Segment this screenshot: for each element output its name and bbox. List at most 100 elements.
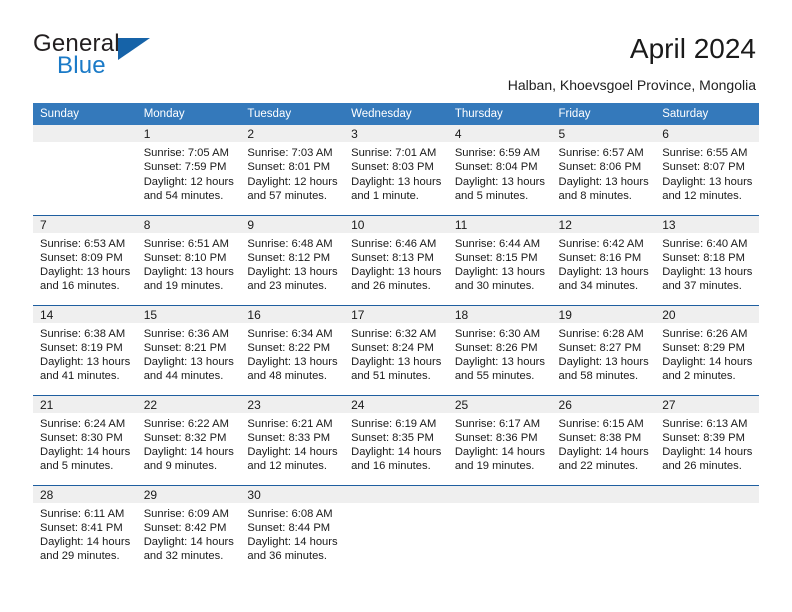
daylight-text: Daylight: 14 hours and 32 minutes. [143,536,234,563]
calendar-day-cell[interactable]: 9 Sunrise: 6:48 AM Sunset: 8:12 PM Daylight… [240,214,345,305]
daylight-text: Daylight: 14 hours and 16 minutes. [351,446,442,473]
sunrise-text: Sunrise: 6:30 AM [454,327,541,340]
day-sun-info: Sunrise: 6:26 AM Sunset: 8:29 PM Daylight:… [655,323,759,384]
calendar-day-cell[interactable]: 3 Sunrise: 7:01 AM Sunset: 8:03 PM Daylight… [344,125,448,215]
calendar-day-cell[interactable]: 24 Sunrise: 6:19 AM Sunset: 8:35 PM Dayligh… [344,394,448,485]
calendar-day-cell[interactable]: 8 Sunrise: 6:51 AM Sunset: 8:10 PM Daylight… [136,214,241,305]
weekday-header-thursday: Thursday [447,103,552,125]
calendar-day-cell[interactable]: 18 Sunrise: 6:30 AM Sunset: 8:26 PM Dayligh… [447,304,552,395]
day-sun-info: Sunrise: 6:36 AM Sunset: 8:21 PM Daylight:… [137,323,241,384]
calendar-day-cell[interactable]: 6 Sunrise: 6:55 AM Sunset: 8:07 PM Daylight… [655,125,759,215]
daylight-text: Daylight: 14 hours and 29 minutes. [40,536,131,563]
sunrise-text: Sunrise: 6:51 AM [143,237,229,250]
sunset-text: Sunset: 8:24 PM [351,341,434,354]
day-number: 16 [240,305,345,323]
day-number: 17 [344,305,448,323]
sunset-text: Sunset: 8:15 PM [454,251,538,264]
calendar-day-cell[interactable]: 20 Sunrise: 6:26 AM Sunset: 8:29 PM Dayligh… [655,304,759,395]
day-sun-info: Sunrise: 6:55 AM Sunset: 8:07 PM Daylight:… [655,142,759,203]
calendar-day-cell[interactable]: 19 Sunrise: 6:28 AM Sunset: 8:27 PM Dayligh… [551,304,656,395]
sunrise-text: Sunrise: 6:46 AM [351,237,437,250]
calendar-day-cell[interactable]: 7 Sunrise: 6:53 AM Sunset: 8:09 PM Daylight… [33,214,137,305]
calendar-day-cell[interactable]: 27 Sunrise: 6:13 AM Sunset: 8:39 PM Dayligh… [655,394,759,485]
calendar-day-cell[interactable]: 12 Sunrise: 6:42 AM Sunset: 8:16 PM Dayligh… [551,214,656,305]
day-number: 18 [447,305,552,323]
daylight-text: Daylight: 13 hours and 51 minutes. [351,356,442,383]
daylight-text: Daylight: 14 hours and 2 minutes. [662,356,753,383]
day-number: 2 [240,125,345,142]
calendar-page: General Blue April 2024 Halban, Khoevsgo… [0,0,792,612]
calendar-day-cell-empty [344,484,448,575]
daylight-text: Daylight: 12 hours and 54 minutes. [143,175,234,202]
sunrise-text: Sunrise: 6:11 AM [40,507,125,520]
sunset-text: Sunset: 8:21 PM [143,341,227,354]
daylight-text: Daylight: 13 hours and 19 minutes. [143,266,234,293]
sunset-text: Sunset: 8:32 PM [143,431,227,444]
calendar-day-cell[interactable]: 16 Sunrise: 6:34 AM Sunset: 8:22 PM Dayligh… [240,304,345,395]
sunset-text: Sunset: 8:04 PM [454,161,538,174]
calendar-day-cell[interactable]: 22 Sunrise: 6:22 AM Sunset: 8:32 PM Dayligh… [136,394,241,485]
day-sun-info: Sunrise: 6:53 AM Sunset: 8:09 PM Daylight:… [33,233,137,294]
sunrise-text: Sunrise: 6:38 AM [40,327,126,340]
day-sun-info: Sunrise: 6:34 AM Sunset: 8:22 PM Daylight:… [240,323,344,384]
day-number: 1 [136,125,241,142]
weekday-header-monday: Monday [136,103,241,125]
day-sun-info: Sunrise: 6:46 AM Sunset: 8:13 PM Daylight:… [344,233,448,294]
sunset-text: Sunset: 8:09 PM [40,251,123,264]
sunset-text: Sunset: 8:13 PM [351,251,434,264]
calendar-day-cell[interactable]: 29 Sunrise: 6:09 AM Sunset: 8:42 PM Dayligh… [136,484,241,575]
calendar-day-cell[interactable]: 30 Sunrise: 6:08 AM Sunset: 8:44 PM Dayligh… [240,484,345,575]
calendar-header-row: Sunday Monday Tuesday Wednesday Thursday… [33,103,759,125]
day-number: 15 [136,305,241,323]
calendar-week-row: 1 Sunrise: 7:05 AM Sunset: 7:59 PM Daylight… [33,125,759,215]
calendar-week-row: 7 Sunrise: 6:53 AM Sunset: 8:09 PM Daylight… [33,214,759,305]
calendar-day-cell[interactable]: 23 Sunrise: 6:21 AM Sunset: 8:33 PM Dayligh… [240,394,345,485]
calendar-day-cell[interactable]: 2 Sunrise: 7:03 AM Sunset: 8:01 PM Daylight… [240,125,345,215]
calendar-day-cell[interactable]: 1 Sunrise: 7:05 AM Sunset: 7:59 PM Daylight… [136,125,241,215]
calendar-day-cell[interactable]: 10 Sunrise: 6:46 AM Sunset: 8:13 PM Dayligh… [344,214,448,305]
sunset-text: Sunset: 8:29 PM [662,341,745,354]
day-sun-info: Sunrise: 6:59 AM Sunset: 8:04 PM Daylight:… [448,142,552,203]
day-number: 11 [447,215,552,233]
calendar-day-cell[interactable]: 25 Sunrise: 6:17 AM Sunset: 8:36 PM Dayligh… [447,394,552,485]
calendar-day-cell[interactable]: 4 Sunrise: 6:59 AM Sunset: 8:04 PM Daylight… [447,125,552,215]
calendar-day-cell[interactable]: 17 Sunrise: 6:32 AM Sunset: 8:24 PM Dayligh… [344,304,448,395]
day-number: 21 [33,395,137,413]
day-sun-info: Sunrise: 6:24 AM Sunset: 8:30 PM Daylight:… [33,413,137,474]
calendar-day-cell-empty [33,125,137,215]
calendar-day-cell[interactable]: 5 Sunrise: 6:57 AM Sunset: 8:06 PM Daylight… [551,125,656,215]
calendar-day-cell[interactable]: 21 Sunrise: 6:24 AM Sunset: 8:30 PM Dayligh… [33,394,137,485]
day-number: 5 [551,125,656,142]
sunrise-text: Sunrise: 6:19 AM [351,417,437,430]
day-number: 10 [344,215,448,233]
day-number: 9 [240,215,345,233]
sunrise-text: Sunrise: 6:55 AM [662,147,748,159]
general-blue-logo[interactable]: General Blue [33,30,263,82]
sunset-text: Sunset: 8:41 PM [40,521,123,534]
day-sun-info: Sunrise: 6:17 AM Sunset: 8:36 PM Daylight:… [448,413,552,474]
calendar-grid: Sunday Monday Tuesday Wednesday Thursday… [33,103,759,575]
calendar-day-cell[interactable]: 14 Sunrise: 6:38 AM Sunset: 8:19 PM Dayligh… [33,304,137,395]
day-number [655,485,759,503]
sunrise-text: Sunrise: 6:40 AM [662,237,748,250]
daylight-text: Daylight: 13 hours and 23 minutes. [247,266,338,293]
calendar-day-cell[interactable]: 28 Sunrise: 6:11 AM Sunset: 8:41 PM Dayligh… [33,484,137,575]
page-subtitle: Halban, Khoevsgoel Province, Mongolia [507,77,756,93]
sunrise-text: Sunrise: 6:59 AM [454,147,541,159]
sunrise-text: Sunrise: 6:09 AM [143,507,229,520]
daylight-text: Daylight: 12 hours and 57 minutes. [247,175,338,202]
calendar-day-cell[interactable]: 15 Sunrise: 6:36 AM Sunset: 8:21 PM Dayligh… [136,304,241,395]
calendar-day-cell-empty [551,484,656,575]
day-number: 19 [551,305,656,323]
calendar-day-cell[interactable]: 11 Sunrise: 6:44 AM Sunset: 8:15 PM Dayligh… [447,214,552,305]
daylight-text: Daylight: 14 hours and 36 minutes. [247,536,338,563]
day-sun-info: Sunrise: 6:13 AM Sunset: 8:39 PM Daylight:… [655,413,759,474]
sunrise-text: Sunrise: 6:13 AM [662,417,748,430]
weekday-header-saturday: Saturday [655,103,759,125]
calendar-day-cell[interactable]: 13 Sunrise: 6:40 AM Sunset: 8:18 PM Dayligh… [655,214,759,305]
day-sun-info: Sunrise: 6:32 AM Sunset: 8:24 PM Daylight:… [344,323,448,384]
calendar-day-cell[interactable]: 26 Sunrise: 6:15 AM Sunset: 8:38 PM Dayligh… [551,394,656,485]
day-number: 3 [344,125,448,142]
sunrise-text: Sunrise: 6:36 AM [143,327,229,340]
day-number: 26 [551,395,656,413]
